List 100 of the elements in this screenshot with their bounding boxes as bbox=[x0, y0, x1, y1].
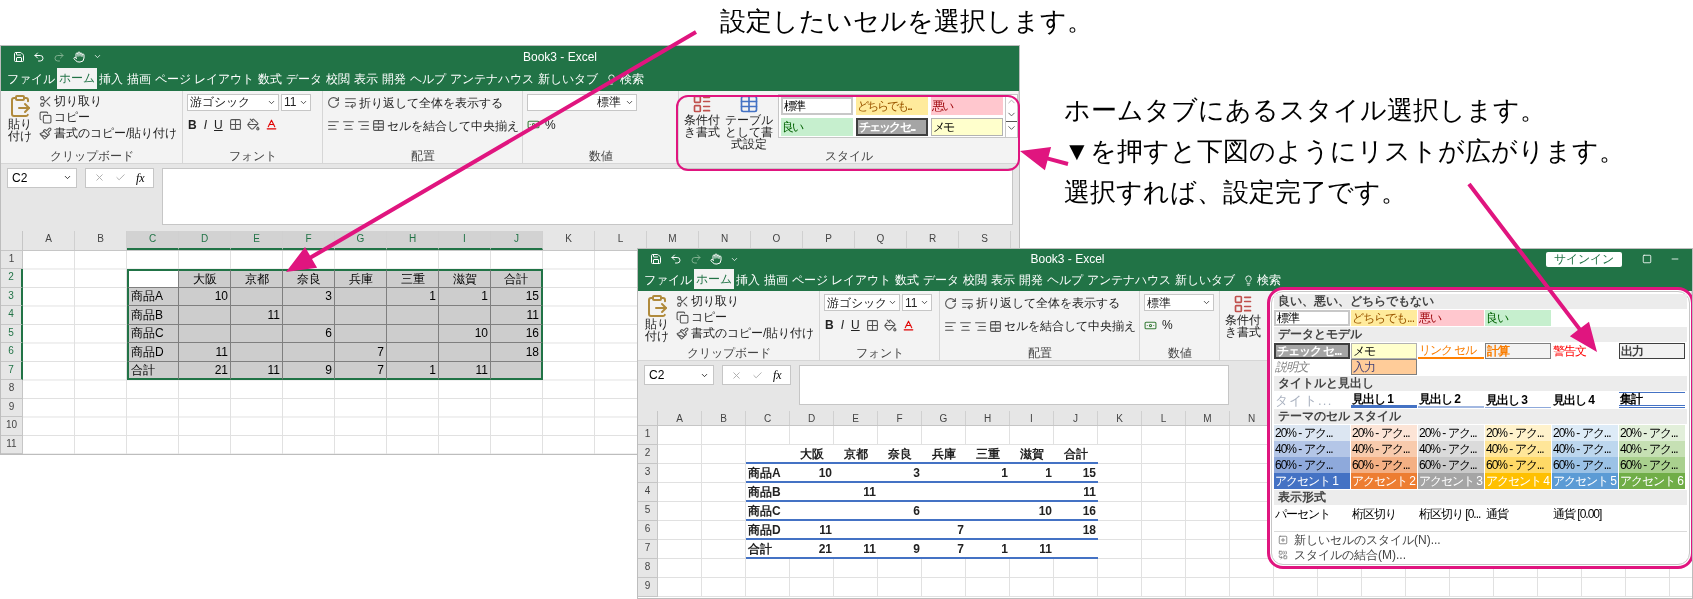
cell-style-item[interactable]: 通貨 bbox=[1485, 506, 1509, 522]
orientation-icon[interactable] bbox=[944, 296, 957, 310]
undo-icon[interactable] bbox=[670, 253, 682, 265]
ribbon-tab[interactable]: ヘルプ bbox=[408, 67, 449, 91]
ribbon-tab[interactable]: 表示 bbox=[352, 67, 381, 91]
cell-style-item[interactable]: 60% - アク... bbox=[1552, 457, 1618, 473]
conditional-format-button[interactable]: 条件付き書式 bbox=[683, 93, 720, 150]
formula-input[interactable] bbox=[161, 167, 1013, 225]
cell-style-item[interactable]: 通貨 [0.00] bbox=[1552, 506, 1603, 522]
touch-mode-icon[interactable] bbox=[73, 50, 85, 63]
ribbon-tab[interactable]: 新しいタブ bbox=[1173, 269, 1238, 291]
cell-style-item[interactable]: 警告文 bbox=[1552, 343, 1587, 359]
ribbon-tab[interactable]: ホーム bbox=[694, 269, 734, 291]
merge-button[interactable]: セルを結合して中央揃え bbox=[989, 317, 1136, 335]
font-name-field[interactable]: 游ゴシック bbox=[187, 93, 279, 111]
cell-style-item[interactable]: 40% - アク... bbox=[1485, 441, 1551, 457]
ribbon-tab[interactable]: アンテナハウス bbox=[1085, 269, 1174, 291]
cell-style-item[interactable]: 60% - アク... bbox=[1274, 457, 1350, 473]
underline-button[interactable]: U bbox=[213, 115, 224, 134]
save-icon[interactable] bbox=[650, 253, 662, 265]
formula-input[interactable] bbox=[798, 365, 1229, 405]
ribbon-tab[interactable]: 表示 bbox=[989, 269, 1018, 291]
font-name-field[interactable]: 游ゴシック bbox=[824, 294, 900, 311]
ribbon-tab[interactable]: 描画 bbox=[762, 269, 790, 291]
ribbon-tab[interactable]: データ bbox=[284, 67, 325, 91]
cell-style-item[interactable]: 60% - アク... bbox=[1418, 457, 1484, 473]
cell-style-item[interactable]: 20% - アク... bbox=[1351, 425, 1417, 441]
insert-function-button[interactable]: fx bbox=[773, 366, 782, 384]
undo-icon[interactable] bbox=[33, 50, 45, 63]
align-center-icon[interactable] bbox=[342, 119, 355, 133]
cell-style-item[interactable]: 20% - アク... bbox=[1619, 425, 1685, 441]
cell-style-item[interactable]: 悪い bbox=[1418, 310, 1484, 326]
fill-color-icon[interactable] bbox=[246, 118, 260, 132]
cell-style-item[interactable]: 見出し 4 bbox=[1552, 392, 1595, 408]
font-size-field[interactable]: 11 bbox=[281, 93, 311, 111]
ribbon-tab[interactable]: 数式 bbox=[256, 67, 285, 91]
cell-style-item[interactable]: 40% - アク... bbox=[1274, 441, 1350, 457]
italic-button[interactable]: I bbox=[202, 115, 208, 134]
font-color-icon[interactable] bbox=[264, 118, 278, 132]
cell-style-item[interactable]: 40% - アク... bbox=[1418, 441, 1484, 457]
ribbon-tab[interactable]: ヘルプ bbox=[1045, 269, 1086, 291]
ribbon-tab[interactable]: アンテナハウス bbox=[448, 67, 537, 91]
ribbon-tab[interactable]: 開発 bbox=[1017, 269, 1046, 291]
name-box[interactable]: C2 bbox=[644, 365, 714, 385]
ribbon-display-icon[interactable] bbox=[1642, 254, 1652, 264]
cell-style-item[interactable]: 出力 bbox=[1619, 343, 1685, 359]
ribbon-tab[interactable]: 挿入 bbox=[97, 67, 125, 91]
format-painter-button[interactable]: 書式のコピー/貼り付け bbox=[39, 125, 178, 141]
merge-button[interactable]: セルを結合して中央揃え bbox=[372, 116, 519, 135]
cell-style-item[interactable]: 40% - アク... bbox=[1552, 441, 1618, 457]
cell-style-item[interactable]: 標準 bbox=[1274, 310, 1350, 326]
sign-in-button[interactable]: サインイン bbox=[1546, 251, 1622, 267]
bold-button[interactable]: B bbox=[187, 115, 198, 134]
paste-button[interactable]: 貼り付け bbox=[5, 93, 35, 150]
copy-button[interactable]: コピー bbox=[39, 109, 90, 125]
ribbon-tab[interactable]: 挿入 bbox=[734, 269, 762, 291]
cell-style-item[interactable]: 20% - アク... bbox=[1552, 425, 1618, 441]
number-format-field[interactable]: 標準 bbox=[1144, 294, 1214, 311]
copy-button[interactable]: コピー bbox=[676, 310, 727, 325]
align-center-icon[interactable] bbox=[959, 319, 972, 333]
cell-style-item[interactable]: 桁区切り bbox=[1351, 506, 1397, 522]
name-box[interactable]: C2 bbox=[7, 167, 77, 188]
ribbon-tab[interactable]: ホーム bbox=[57, 67, 97, 91]
ribbon-tab[interactable]: 描画 bbox=[125, 67, 153, 91]
ribbon-tab[interactable]: ファイル bbox=[5, 67, 57, 91]
align-left-icon[interactable] bbox=[944, 319, 957, 333]
ribbon-tab[interactable]: 校閲 bbox=[961, 269, 990, 291]
ribbon-tab[interactable]: 開発 bbox=[380, 67, 409, 91]
menu-item[interactable]: 新しいセルのスタイル(N)... bbox=[1274, 533, 1445, 547]
ribbon-tab[interactable]: ファイル bbox=[642, 269, 694, 291]
search-button[interactable]: 検索 bbox=[1237, 269, 1288, 291]
align-right-icon[interactable] bbox=[357, 119, 370, 133]
cell-style-item[interactable]: 20% - アク... bbox=[1274, 425, 1350, 441]
table-format-button[interactable]: テーブルとして書式設定 bbox=[724, 93, 774, 150]
cell-style-item[interactable]: どちらでも... bbox=[1351, 310, 1417, 326]
ribbon-tab[interactable]: 校閲 bbox=[324, 67, 353, 91]
cell-style-item[interactable]: 40% - アク... bbox=[1619, 441, 1685, 457]
conditional-format-button[interactable]: 条件付き書式 bbox=[1224, 294, 1261, 360]
cell-style-item[interactable]: 入力 bbox=[1351, 359, 1417, 375]
cell-style-item[interactable]: パーセント bbox=[1274, 506, 1331, 522]
format-painter-button[interactable]: 書式のコピー/貼り付け bbox=[676, 326, 815, 341]
cell-style-item[interactable]: 説明文 bbox=[1274, 359, 1309, 375]
ribbon-tab[interactable]: 数式 bbox=[893, 269, 922, 291]
bold-button[interactable]: B bbox=[824, 316, 835, 334]
align-left-icon[interactable] bbox=[327, 119, 340, 133]
ribbon-tab[interactable]: ページ レイアウト bbox=[790, 269, 894, 291]
cell-style-item[interactable]: 60% - アク... bbox=[1619, 457, 1685, 473]
cell-style-item[interactable]: 良い bbox=[1485, 310, 1551, 326]
font-size-field[interactable]: 11 bbox=[902, 294, 932, 311]
touch-mode-icon[interactable] bbox=[710, 253, 722, 265]
paste-button[interactable]: 貼り付け bbox=[642, 294, 672, 347]
wrap-text-button[interactable]: 折り返して全体を表示する bbox=[961, 294, 1120, 312]
ribbon-tab[interactable]: 新しいタブ bbox=[536, 67, 601, 91]
cell-style-item[interactable]: 見出し 3 bbox=[1485, 392, 1551, 408]
italic-button[interactable]: I bbox=[839, 316, 845, 334]
percent-button[interactable]: % bbox=[1162, 316, 1173, 334]
cell-style-item[interactable]: 良い bbox=[781, 117, 853, 136]
cut-button[interactable]: 切り取り bbox=[676, 294, 739, 309]
ribbon-tab[interactable]: データ bbox=[921, 269, 962, 291]
save-icon[interactable] bbox=[13, 50, 25, 63]
